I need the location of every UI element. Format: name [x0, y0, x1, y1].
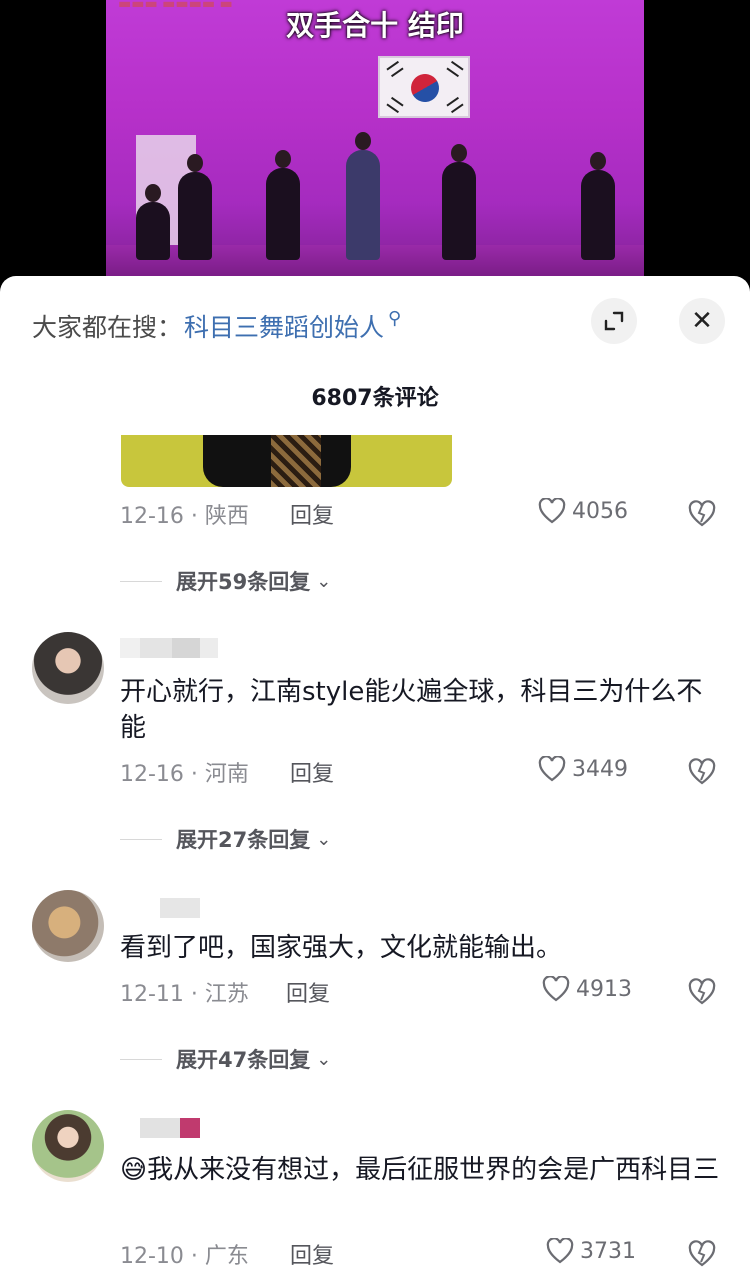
comment-date-region: 12-16 · 陕西	[120, 504, 249, 529]
avatar[interactable]	[32, 890, 104, 962]
video-caption: 双手合十 结印	[286, 9, 464, 42]
chevron-down-icon: ⌄	[316, 828, 332, 850]
broken-heart-icon[interactable]	[688, 978, 716, 1006]
username[interactable]	[160, 898, 200, 918]
dancer	[346, 132, 380, 260]
comment-image[interactable]	[121, 435, 452, 487]
reply-button[interactable]: 回复	[290, 756, 334, 788]
like-count: 3449	[572, 756, 628, 782]
expand-replies-label: 展开59条回复	[176, 570, 311, 594]
comment-date-region: 12-11 · 江苏	[120, 982, 249, 1007]
reply-button[interactable]: 回复	[290, 1238, 334, 1270]
comment-count: 6807条评论	[311, 386, 439, 411]
expand-replies[interactable]: 展开27条回复 ⌄	[120, 824, 331, 854]
like-count: 4913	[576, 976, 632, 1002]
comment-date-region: 12-16 · 河南	[120, 762, 249, 787]
expand-replies-label: 展开27条回复	[176, 828, 311, 852]
like-button[interactable]: 3449	[538, 756, 628, 782]
divider	[120, 580, 162, 582]
comment-date-region: 12-10 · 广东	[120, 1244, 249, 1269]
like-button[interactable]: 4913	[542, 976, 632, 1002]
heart-icon	[542, 976, 570, 1002]
expand-replies[interactable]: 展开59条回复 ⌄	[120, 566, 331, 596]
dancer	[136, 184, 170, 260]
divider	[120, 1058, 162, 1060]
search-prefix: 大家都在搜：	[32, 313, 183, 342]
trending-search[interactable]: 大家都在搜： 科目三舞蹈创始人 ⚲	[32, 306, 401, 346]
heart-icon	[538, 756, 566, 782]
comment-text: 看到了吧，国家强大，文化就能输出。	[120, 933, 563, 963]
comment-text: 开心就行，江南style能火遍全球，科目三为什么不能	[120, 677, 703, 743]
expand-replies[interactable]: 展开47条回复 ⌄	[120, 1044, 331, 1074]
reply-button[interactable]: 回复	[286, 976, 330, 1008]
search-term-link[interactable]: 科目三舞蹈创始人	[184, 308, 384, 344]
broken-heart-icon[interactable]	[688, 1240, 716, 1268]
video-frame[interactable]: ▬▬▬ ▬▬▬▬ ▬ 双手合十 结印	[106, 0, 644, 290]
broken-heart-icon[interactable]	[688, 758, 716, 786]
expand-button[interactable]	[591, 298, 637, 344]
comment-text: 😅我从来没有想过，最后征服世界的会是广西科目三	[120, 1152, 720, 1188]
dancer	[266, 150, 300, 260]
expand-icon	[604, 311, 624, 331]
chevron-down-icon: ⌄	[316, 570, 332, 592]
like-button[interactable]: 3731	[546, 1238, 636, 1264]
reply-button[interactable]: 回复	[290, 498, 334, 530]
search-icon: ⚲	[388, 307, 402, 329]
username[interactable]	[140, 1118, 200, 1138]
broken-heart-icon[interactable]	[688, 500, 716, 528]
heart-icon	[538, 498, 566, 524]
korea-flag	[378, 56, 470, 118]
comment-body: 我从来没有想过，最后征服世界的会是广西科目三	[147, 1155, 720, 1185]
video-player[interactable]: ▬▬▬ ▬▬▬▬ ▬ 双手合十 结印	[0, 0, 750, 290]
comment-sheet: 大家都在搜： 科目三舞蹈创始人 ⚲ ✕ 6807条评论 12-16 · 陕西 回…	[0, 276, 750, 1286]
close-icon: ✕	[691, 306, 713, 336]
like-count: 4056	[572, 498, 628, 524]
dancer	[178, 154, 212, 260]
like-count: 3731	[580, 1238, 636, 1264]
avatar[interactable]	[32, 632, 104, 704]
avatar[interactable]	[32, 1110, 104, 1182]
divider	[120, 838, 162, 840]
like-button[interactable]: 4056	[538, 498, 628, 524]
dancer	[581, 152, 615, 260]
expand-replies-label: 展开47条回复	[176, 1048, 311, 1072]
emoji: 😅	[120, 1155, 148, 1185]
chevron-down-icon: ⌄	[316, 1048, 332, 1070]
close-button[interactable]: ✕	[679, 298, 725, 344]
username[interactable]	[120, 638, 218, 658]
dancer	[442, 144, 476, 260]
heart-icon	[546, 1238, 574, 1264]
